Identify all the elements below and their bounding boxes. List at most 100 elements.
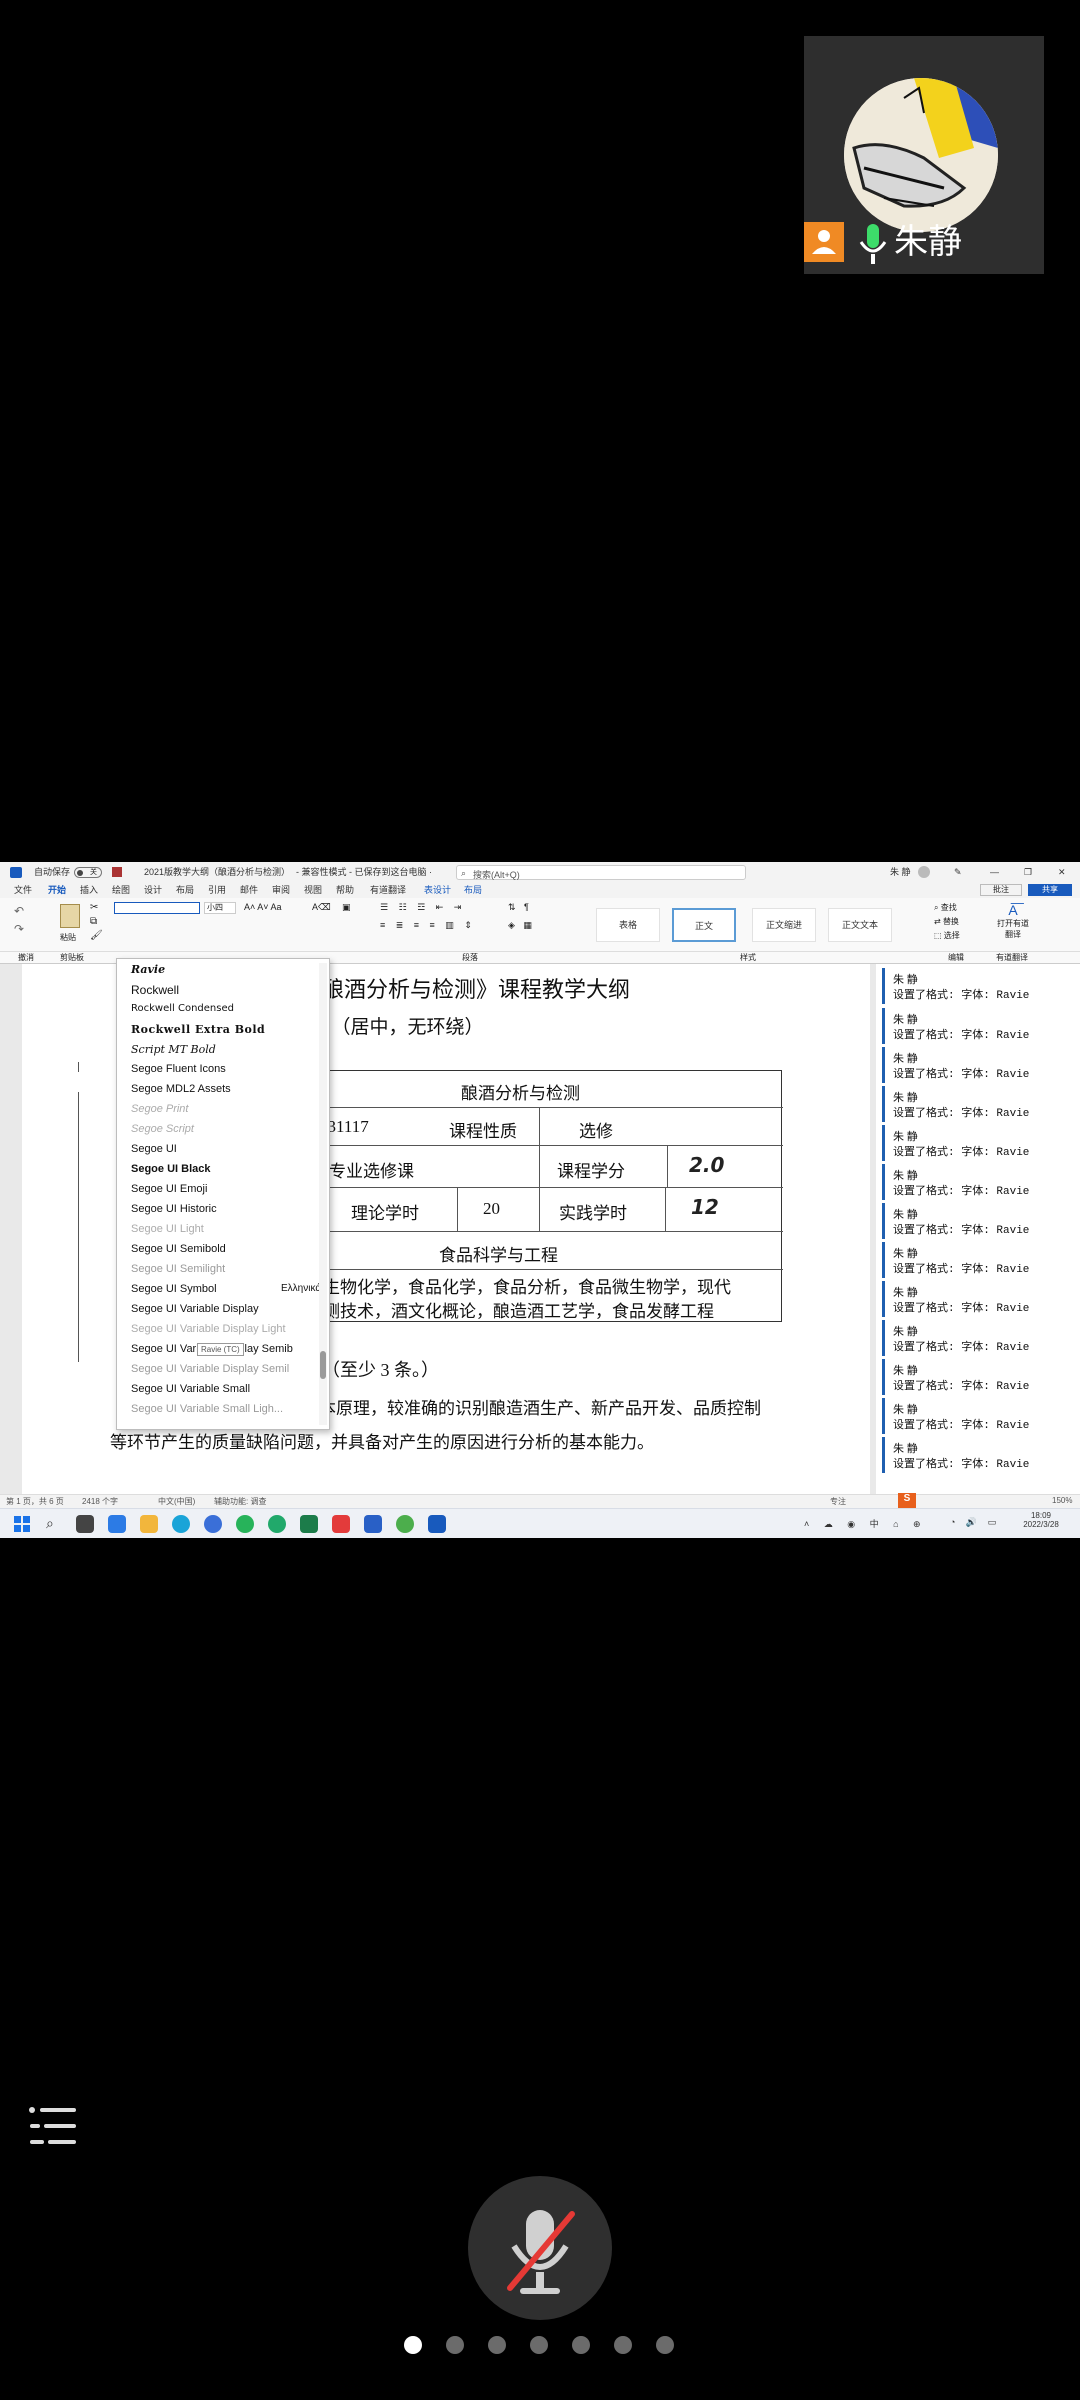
- participant-tile[interactable]: 朱静: [804, 36, 1044, 274]
- replace-button[interactable]: ⇄ 替换: [934, 916, 959, 927]
- tab-table-layout[interactable]: 布局: [464, 882, 482, 898]
- font-name-box[interactable]: [114, 902, 200, 914]
- ime-logo-icon[interactable]: S: [898, 1493, 916, 1509]
- font-option[interactable]: Rockwell Condensed: [131, 1003, 311, 1014]
- list-icons[interactable]: ☰ ☷ ☲ ⇤ ⇥: [380, 902, 465, 913]
- font-option[interactable]: Segoe UI Historic: [131, 1203, 311, 1215]
- comment-card[interactable]: 朱 静设置了格式: 字体: Ravie: [882, 1047, 1080, 1083]
- course-info-table[interactable]: 酿酒分析与检测 631117 课程性质 选修 专业选修课 课程学分 2.0 理论…: [319, 1070, 783, 1322]
- app-red-icon[interactable]: [332, 1515, 350, 1533]
- comment-card[interactable]: 朱 静设置了格式: 字体: Ravie: [882, 968, 1080, 1004]
- comment-card[interactable]: 朱 静设置了格式: 字体: Ravie: [882, 1281, 1080, 1317]
- font-option[interactable]: Ravie: [131, 963, 311, 976]
- comment-card[interactable]: 朱 静设置了格式: 字体: Ravie: [882, 1203, 1080, 1239]
- align-icons[interactable]: ≡ ≣ ≡ ≡ ▥ ⇕: [380, 920, 476, 931]
- youdao-translate-button[interactable]: A͞ 打开有道翻译: [996, 902, 1030, 946]
- page-indicator-dot[interactable]: [656, 2336, 674, 2354]
- shading-icons[interactable]: ◈ ▦: [508, 920, 535, 931]
- comment-card[interactable]: 朱 静设置了格式: 字体: Ravie: [882, 1437, 1080, 1473]
- undo-icon[interactable]: ↶: [14, 904, 24, 918]
- word-taskbar-icon[interactable]: [428, 1515, 446, 1533]
- font-list-scrollbar[interactable]: [319, 963, 327, 1425]
- network-volume-icons[interactable]: ◔ 🔊 ▭: [950, 1517, 1000, 1528]
- style-table[interactable]: 表格: [596, 908, 660, 942]
- share-button[interactable]: 共享: [1028, 884, 1072, 896]
- clear-format-icon[interactable]: A⌫: [312, 902, 331, 913]
- accessibility-status[interactable]: 辅助功能: 调查: [214, 1496, 266, 1507]
- font-option[interactable]: Segoe UI Variable Small: [131, 1383, 311, 1395]
- word-count[interactable]: 2418 个字: [82, 1496, 118, 1507]
- pen-icon[interactable]: ✎: [954, 862, 962, 882]
- comment-card[interactable]: 朱 静设置了格式: 字体: Ravie: [882, 1320, 1080, 1356]
- tab-youdao[interactable]: 有道翻译: [370, 882, 406, 898]
- scrollbar-thumb[interactable]: [320, 1351, 326, 1379]
- save-icon[interactable]: [112, 867, 122, 877]
- zoom-level[interactable]: 150%: [1052, 1496, 1072, 1505]
- widgets-icon[interactable]: [108, 1515, 126, 1533]
- page-indicator-dot[interactable]: [614, 2336, 632, 2354]
- tab-help[interactable]: 帮助: [336, 882, 354, 898]
- tab-view[interactable]: 视图: [304, 882, 322, 898]
- tab-references[interactable]: 引用: [208, 882, 226, 898]
- font-option[interactable]: Segoe UI Light: [131, 1223, 311, 1235]
- font-option[interactable]: Rockwell Extra Bold: [131, 1023, 311, 1036]
- font-option[interactable]: Script MT Bold: [131, 1043, 311, 1056]
- tab-file[interactable]: 文件: [14, 882, 32, 898]
- sort-icons[interactable]: ⇅ ¶: [508, 902, 532, 913]
- shared-screen[interactable]: 自动保存 关 2021版教学大纲（酿酒分析与检测） - 兼容性模式 - 已保存到…: [0, 862, 1080, 1538]
- app-c-icon[interactable]: [204, 1515, 222, 1533]
- tab-draw[interactable]: 绘图: [112, 882, 130, 898]
- font-size-box[interactable]: 小四: [204, 902, 236, 914]
- comment-card[interactable]: 朱 静设置了格式: 字体: Ravie: [882, 1125, 1080, 1161]
- tab-layout[interactable]: 布局: [176, 882, 194, 898]
- language[interactable]: 中文(中国): [158, 1496, 195, 1507]
- app-green-icon[interactable]: [236, 1515, 254, 1533]
- comment-card[interactable]: 朱 静设置了格式: 字体: Ravie: [882, 1164, 1080, 1200]
- font-option[interactable]: Segoe Fluent Icons: [131, 1063, 311, 1075]
- app-blue-icon[interactable]: [364, 1515, 382, 1533]
- tab-design[interactable]: 设计: [144, 882, 162, 898]
- font-option[interactable]: Segoe UI: [131, 1143, 311, 1155]
- windows-start-icon[interactable]: [14, 1516, 30, 1532]
- tab-insert[interactable]: 插入: [80, 882, 98, 898]
- cut-icon[interactable]: ✂: [90, 902, 98, 913]
- font-option[interactable]: Segoe UI Black: [131, 1163, 311, 1175]
- font-option[interactable]: Segoe Print: [131, 1103, 311, 1115]
- page-indicator-dot[interactable]: [488, 2336, 506, 2354]
- font-option[interactable]: Segoe UI Variable Display Semil: [131, 1363, 311, 1375]
- font-dropdown[interactable]: Ravie Rockwell Rockwell Condensed Rockwe…: [116, 958, 330, 1430]
- comment-card[interactable]: 朱 静设置了格式: 字体: Ravie: [882, 1398, 1080, 1434]
- tab-mailings[interactable]: 邮件: [240, 882, 258, 898]
- file-explorer-icon[interactable]: [140, 1515, 158, 1533]
- task-view-icon[interactable]: [76, 1515, 94, 1533]
- font-option[interactable]: Segoe UI Variable Small Ligh...: [131, 1403, 311, 1415]
- tab-table-design[interactable]: 表设计: [424, 882, 451, 898]
- comment-card[interactable]: 朱 静设置了格式: 字体: Ravie: [882, 1086, 1080, 1122]
- system-tray-icons[interactable]: ˄ ☁ ◉ 中 ⌂ ⊕: [804, 1517, 927, 1530]
- page-indicator-dot[interactable]: [530, 2336, 548, 2354]
- copy-icon[interactable]: ⧉: [90, 916, 97, 927]
- mute-microphone-button[interactable]: [468, 2176, 612, 2320]
- format-painter-icon[interactable]: 🖌: [90, 930, 103, 941]
- font-option[interactable]: Segoe UI Variable Display: [131, 1303, 311, 1315]
- focus-mode[interactable]: 专注: [830, 1496, 846, 1507]
- style-normal-indent[interactable]: 正文缩进: [752, 908, 816, 942]
- grow-font-icon[interactable]: A˄ A˅ Aa: [244, 902, 282, 912]
- minimize-icon[interactable]: —: [990, 862, 999, 882]
- redo-icon[interactable]: ↷: [14, 922, 24, 936]
- find-button[interactable]: ⌕ 查找: [934, 902, 957, 913]
- restore-icon[interactable]: ❐: [1024, 862, 1032, 882]
- style-body-text[interactable]: 正文文本: [828, 908, 892, 942]
- close-icon[interactable]: ✕: [1058, 862, 1066, 882]
- font-option[interactable]: Segoe Script: [131, 1123, 311, 1135]
- participant-list-icon[interactable]: [26, 2104, 82, 2152]
- comment-card[interactable]: 朱 静设置了格式: 字体: Ravie: [882, 1008, 1080, 1044]
- tab-review[interactable]: 审阅: [272, 882, 290, 898]
- comment-card[interactable]: 朱 静设置了格式: 字体: Ravie: [882, 1359, 1080, 1395]
- wechat-icon[interactable]: [396, 1515, 414, 1533]
- browser-icon[interactable]: [268, 1515, 286, 1533]
- comments-button[interactable]: 批注: [980, 884, 1022, 896]
- paste-icon[interactable]: [60, 904, 80, 928]
- font-option[interactable]: Segoe UI Emoji: [131, 1183, 311, 1195]
- font-option[interactable]: Segoe UI Semibold: [131, 1243, 311, 1255]
